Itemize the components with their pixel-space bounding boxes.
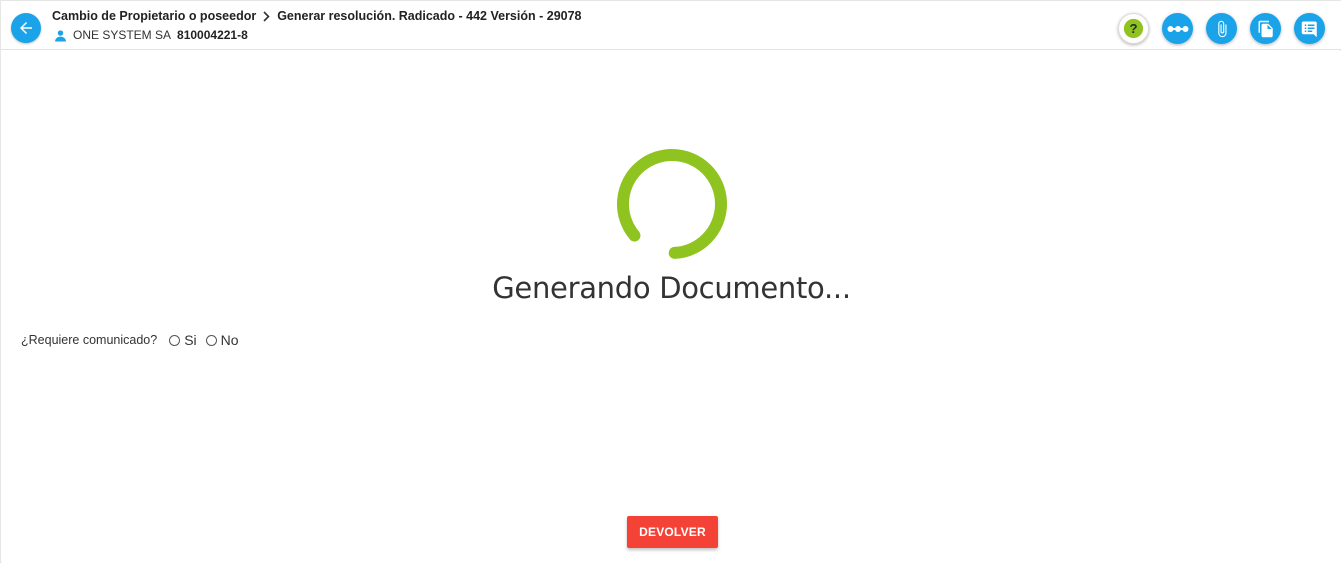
option-si[interactable]: Si (169, 332, 197, 348)
flow-dots-icon (1167, 25, 1188, 32)
chevron-right-icon (262, 10, 271, 22)
radio-si[interactable] (169, 334, 181, 346)
option-no-label: No (220, 332, 239, 348)
attachments-button[interactable] (1206, 13, 1237, 44)
flow-button[interactable] (1162, 13, 1193, 44)
header-bar: Cambio de Propietario o poseedor Generar… (1, 1, 1341, 50)
paperclip-icon (1217, 20, 1226, 37)
loading-spinner-icon (616, 149, 727, 259)
question-icon: ? (1123, 18, 1144, 39)
option-no[interactable]: No (205, 332, 239, 348)
toolbar: ? (1118, 13, 1325, 44)
svg-text:?: ? (1129, 21, 1137, 36)
owner-nit: 810004221-8 (177, 28, 248, 42)
app-window: Cambio de Propietario o poseedor Generar… (0, 0, 1341, 563)
loading-message: Generando Documento... (492, 271, 851, 305)
communication-question: ¿Requiere comunicado? Si No (21, 332, 248, 348)
breadcrumb: Cambio de Propietario o poseedor Generar… (52, 9, 582, 23)
main-content: Generando Documento... ¿Requiere comunic… (2, 51, 1341, 563)
documents-button[interactable] (1250, 13, 1281, 44)
documents-icon (1258, 20, 1273, 37)
arrow-left-icon (20, 22, 32, 34)
breadcrumb-process[interactable]: Cambio de Propietario o poseedor (52, 9, 256, 23)
radio-no[interactable] (205, 334, 217, 346)
option-si-label: Si (184, 332, 197, 348)
breadcrumb-step: Generar resolución. Radicado - 442 Versi… (277, 9, 582, 23)
comments-button[interactable] (1294, 13, 1325, 44)
owner-name: ONE SYSTEM SA (73, 28, 172, 42)
back-button[interactable] (11, 13, 41, 43)
owner-info: ONE SYSTEM SA 810004221-8 (54, 28, 248, 42)
comment-list-icon (1301, 21, 1317, 37)
help-button[interactable]: ? (1118, 13, 1149, 44)
question-label: ¿Requiere comunicado? (21, 333, 158, 347)
return-button[interactable]: DEVOLVER (627, 516, 718, 548)
person-icon (55, 29, 66, 41)
